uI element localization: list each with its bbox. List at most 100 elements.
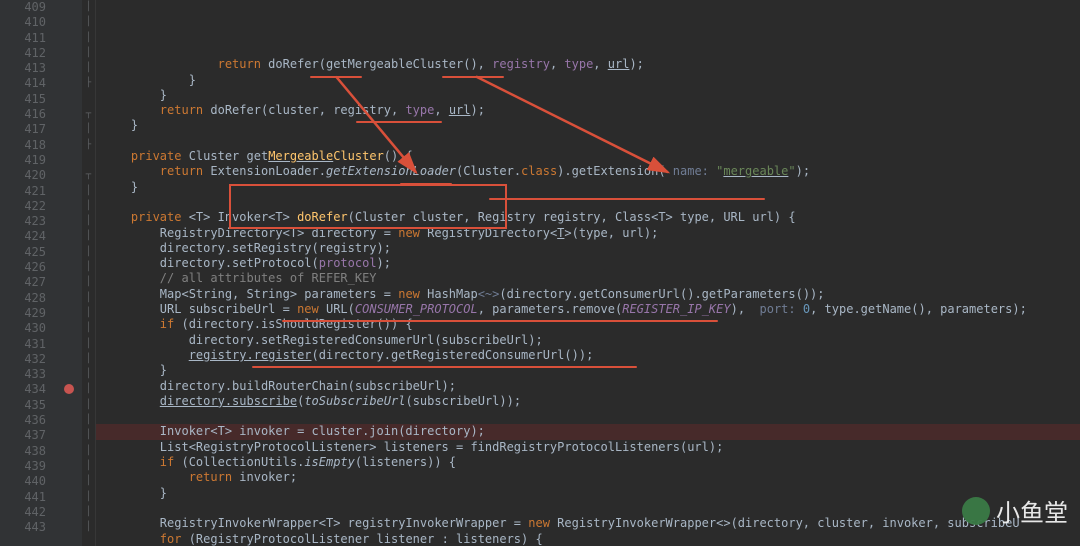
- gutter-icon-cell[interactable]: [60, 352, 82, 367]
- gutter-icon-cell[interactable]: [60, 260, 82, 275]
- gutter-icon-cell[interactable]: [60, 15, 82, 30]
- fold-marker[interactable]: ├: [82, 138, 95, 153]
- fold-marker[interactable]: │: [82, 0, 95, 15]
- line-number[interactable]: 423: [0, 214, 46, 229]
- fold-marker[interactable]: │: [82, 337, 95, 352]
- fold-marker[interactable]: │: [82, 444, 95, 459]
- code-line[interactable]: for (RegistryProtocolListener listener :…: [102, 532, 1080, 546]
- code-line[interactable]: [102, 42, 1080, 57]
- fold-marker[interactable]: │: [82, 505, 95, 520]
- fold-marker[interactable]: │: [82, 520, 95, 535]
- gutter-icon-cell[interactable]: [60, 275, 82, 290]
- fold-marker[interactable]: │: [82, 229, 95, 244]
- code-line[interactable]: }: [102, 118, 1080, 133]
- fold-marker[interactable]: │: [82, 428, 95, 443]
- line-number[interactable]: 435: [0, 398, 46, 413]
- line-number[interactable]: 418: [0, 138, 46, 153]
- code-line[interactable]: directory.setProtocol(protocol);: [102, 256, 1080, 271]
- code-line[interactable]: URL subscribeUrl = new URL(CONSUMER_PROT…: [102, 302, 1080, 317]
- fold-marker[interactable]: │: [82, 321, 95, 336]
- fold-marker[interactable]: │: [82, 398, 95, 413]
- gutter-icon-cell[interactable]: [60, 413, 82, 428]
- line-number[interactable]: 426: [0, 260, 46, 275]
- line-number[interactable]: 425: [0, 245, 46, 260]
- code-line[interactable]: // all attributes of REFER_KEY: [102, 271, 1080, 286]
- code-line[interactable]: [102, 501, 1080, 516]
- code-line[interactable]: Map<String, String> parameters = new Has…: [102, 287, 1080, 302]
- fold-marker[interactable]: ├: [82, 76, 95, 91]
- code-line[interactable]: }: [102, 73, 1080, 88]
- gutter-icon-cell[interactable]: [60, 337, 82, 352]
- fold-marker[interactable]: │: [82, 459, 95, 474]
- gutter-icon-cell[interactable]: [60, 229, 82, 244]
- line-number[interactable]: 416: [0, 107, 46, 122]
- code-line[interactable]: return ExtensionLoader.getExtensionLoade…: [102, 164, 1080, 179]
- line-number[interactable]: 414: [0, 76, 46, 91]
- line-number[interactable]: 419: [0, 153, 46, 168]
- code-line[interactable]: return invoker;: [102, 470, 1080, 485]
- line-number[interactable]: 417: [0, 122, 46, 137]
- line-number[interactable]: 410: [0, 15, 46, 30]
- gutter-icon-cell[interactable]: [60, 184, 82, 199]
- line-number[interactable]: 421: [0, 184, 46, 199]
- fold-marker[interactable]: │: [82, 214, 95, 229]
- gutter-icon-cell[interactable]: [60, 398, 82, 413]
- code-line[interactable]: private Cluster getMergeableCluster() {: [102, 149, 1080, 164]
- code-line[interactable]: directory.buildRouterChain(subscribeUrl)…: [102, 379, 1080, 394]
- gutter-icon-cell[interactable]: [60, 245, 82, 260]
- fold-marker[interactable]: │: [82, 61, 95, 76]
- gutter-icon-column[interactable]: [60, 0, 82, 546]
- code-line[interactable]: if (CollectionUtils.isEmpty(listeners)) …: [102, 455, 1080, 470]
- line-number[interactable]: 432: [0, 352, 46, 367]
- code-area[interactable]: return doRefer(getMergeableCluster(), re…: [96, 0, 1080, 546]
- fold-marker[interactable]: [82, 92, 95, 107]
- gutter-icon-cell[interactable]: [60, 520, 82, 535]
- line-number[interactable]: 433: [0, 367, 46, 382]
- fold-marker[interactable]: │: [82, 199, 95, 214]
- gutter-icon-cell[interactable]: [60, 321, 82, 336]
- gutter-icon-cell[interactable]: [60, 138, 82, 153]
- fold-marker[interactable]: │: [82, 31, 95, 46]
- fold-marker[interactable]: │: [82, 352, 95, 367]
- fold-marker[interactable]: │: [82, 260, 95, 275]
- fold-marker[interactable]: │: [82, 382, 95, 397]
- code-line[interactable]: Invoker<T> invoker = cluster.join(direct…: [96, 424, 1080, 439]
- gutter-icon-cell[interactable]: [60, 382, 82, 397]
- fold-marker[interactable]: │: [82, 46, 95, 61]
- gutter-icon-cell[interactable]: [60, 107, 82, 122]
- line-number[interactable]: 439: [0, 459, 46, 474]
- fold-marker[interactable]: │: [82, 275, 95, 290]
- code-line[interactable]: registry.register(directory.getRegistere…: [102, 348, 1080, 363]
- gutter-icon-cell[interactable]: [60, 76, 82, 91]
- fold-marker[interactable]: │: [82, 245, 95, 260]
- gutter-icon-cell[interactable]: [60, 168, 82, 183]
- fold-marker[interactable]: │: [82, 413, 95, 428]
- code-line[interactable]: directory.setRegisteredConsumerUrl(subsc…: [102, 333, 1080, 348]
- line-number[interactable]: 437: [0, 428, 46, 443]
- line-number[interactable]: 412: [0, 46, 46, 61]
- line-number[interactable]: 427: [0, 275, 46, 290]
- line-number[interactable]: 424: [0, 229, 46, 244]
- gutter-icon-cell[interactable]: [60, 291, 82, 306]
- gutter-icon-cell[interactable]: [60, 367, 82, 382]
- fold-marker[interactable]: │: [82, 306, 95, 321]
- code-line[interactable]: }: [102, 88, 1080, 103]
- gutter-icon-cell[interactable]: [60, 444, 82, 459]
- code-line[interactable]: return doRefer(getMergeableCluster(), re…: [102, 57, 1080, 72]
- line-number[interactable]: 420: [0, 168, 46, 183]
- line-number[interactable]: 415: [0, 92, 46, 107]
- line-number[interactable]: 431: [0, 337, 46, 352]
- fold-marker[interactable]: │: [82, 122, 95, 137]
- gutter-icon-cell[interactable]: [60, 428, 82, 443]
- line-number[interactable]: 434: [0, 382, 46, 397]
- line-number[interactable]: 409: [0, 0, 46, 15]
- line-number[interactable]: 436: [0, 413, 46, 428]
- gutter-icon-cell[interactable]: [60, 46, 82, 61]
- code-line[interactable]: directory.subscribe(toSubscribeUrl(subsc…: [102, 394, 1080, 409]
- gutter-icon-cell[interactable]: [60, 92, 82, 107]
- line-number[interactable]: 422: [0, 199, 46, 214]
- fold-marker[interactable]: │: [82, 367, 95, 382]
- code-line[interactable]: directory.setRegistry(registry);: [102, 241, 1080, 256]
- gutter-icon-cell[interactable]: [60, 122, 82, 137]
- gutter-icon-cell[interactable]: [60, 490, 82, 505]
